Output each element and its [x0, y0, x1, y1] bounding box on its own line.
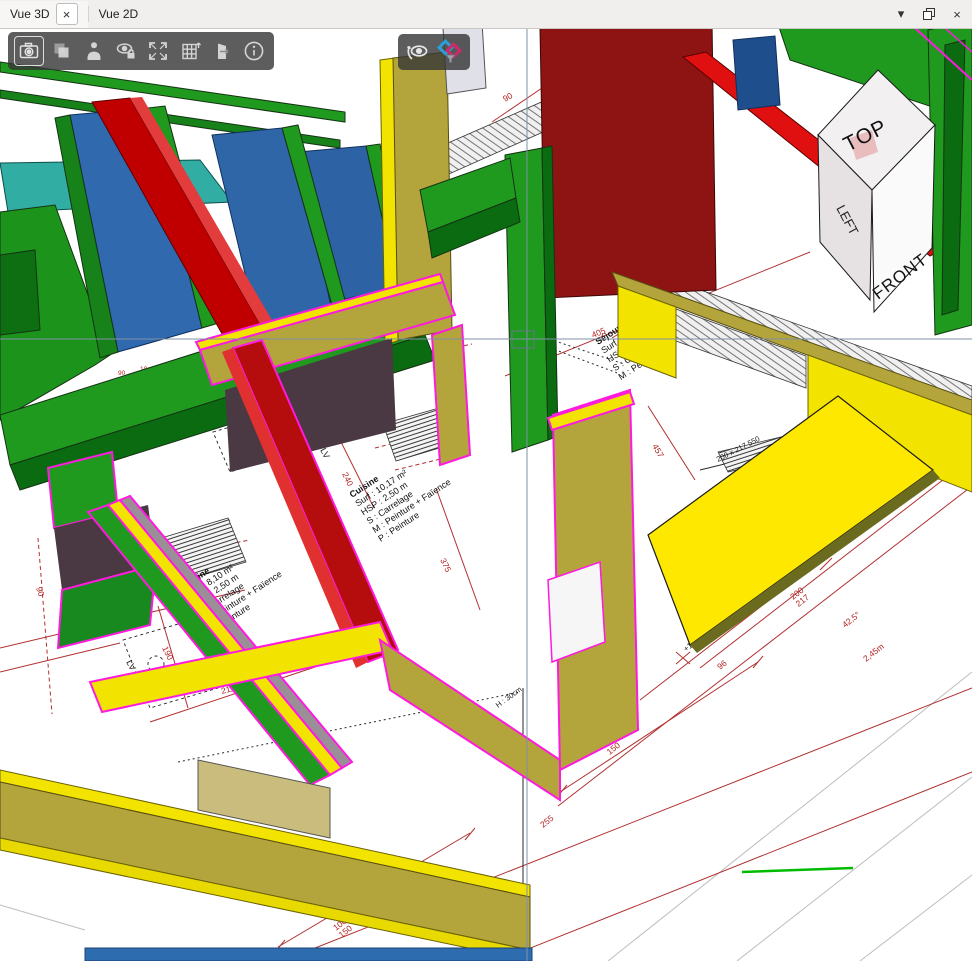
tab-close-icon[interactable]: × — [56, 3, 78, 25]
person-icon — [82, 39, 106, 63]
filter-layers-button[interactable] — [436, 38, 464, 66]
svg-text:H : 30cm: H : 30cm — [494, 685, 524, 710]
bottom-blue-bar — [85, 948, 532, 961]
wall-blue — [733, 36, 780, 110]
camera-icon — [17, 39, 41, 63]
restore-window-button[interactable] — [916, 3, 942, 25]
eye-refresh-icon — [405, 39, 431, 65]
scene-text: 200217 — [788, 585, 811, 609]
main-toolbar — [8, 32, 274, 70]
svg-text:200217: 200217 — [788, 585, 811, 609]
scene-text: 375 — [438, 556, 453, 573]
3d-viewport[interactable]: CuisineSurf : 8,10 m²HSP : 2,50 mS : Car… — [0, 0, 972, 961]
camera-tool-button[interactable] — [14, 36, 44, 66]
info-button[interactable] — [240, 37, 268, 65]
scene-text: 90 — [501, 90, 514, 104]
svg-text:42,5°: 42,5° — [840, 609, 862, 629]
tab-vue-3d[interactable]: Vue 3D × — [0, 1, 88, 28]
tab-label: Vue 2D — [99, 7, 139, 21]
svg-text:2,45m: 2,45m — [861, 641, 886, 663]
wall-green — [0, 62, 345, 122]
building-levels-button[interactable] — [176, 37, 204, 65]
svg-text:375: 375 — [438, 556, 453, 573]
wall-green — [0, 250, 40, 335]
layers-icon — [50, 39, 74, 63]
scene-text: 2,45m — [861, 641, 886, 663]
scene-text: 90 — [34, 586, 47, 598]
grid-highlight-line — [742, 868, 853, 872]
scene-text: 457 — [650, 442, 666, 460]
close-window-button[interactable]: × — [944, 3, 970, 25]
view-toolbar — [398, 34, 470, 70]
svg-text:90: 90 — [34, 586, 47, 598]
eye-lock-icon — [114, 39, 138, 63]
svg-text:90: 90 — [501, 90, 514, 104]
nav-cube[interactable]: TOP LEFT FRONT — [818, 70, 935, 312]
tab-label: Vue 3D — [10, 7, 50, 21]
building-levels-icon — [178, 39, 202, 63]
eye-lock-button[interactable] — [112, 37, 140, 65]
wall-olive — [380, 640, 560, 800]
scene-text: 96 — [715, 658, 729, 672]
person-view-button[interactable] — [80, 37, 108, 65]
bottom-wall-band — [0, 760, 530, 961]
scene-text: 240 — [340, 470, 355, 487]
door-icon — [210, 39, 234, 63]
tab-bar: Vue 3D × Vue 2D ▾ × — [0, 0, 972, 29]
svg-text:255: 255 — [538, 813, 556, 830]
expand-arrows-icon — [146, 39, 170, 63]
zoom-fit-button[interactable] — [144, 37, 172, 65]
refresh-view-button[interactable] — [404, 38, 432, 66]
scene-text: LV — [124, 658, 138, 672]
tab-vue-2d[interactable]: Vue 2D — [89, 1, 149, 28]
scene-text: 42,5° — [840, 609, 862, 629]
restore-icon — [922, 7, 936, 21]
scene-text: 255 — [538, 813, 556, 830]
tab-list-dropdown-button[interactable]: ▾ — [888, 3, 914, 25]
svg-text:LV: LV — [124, 658, 138, 672]
info-icon — [242, 39, 266, 63]
wall-maroon — [540, 22, 716, 298]
layers-tool-button[interactable] — [48, 37, 76, 65]
scene-text: H : 30cm — [494, 685, 524, 710]
svg-text:96: 96 — [715, 658, 729, 672]
cad-application-window: { "window": { "tabs": [ {"label": "Vue 3… — [0, 0, 972, 961]
svg-text:457: 457 — [650, 442, 666, 460]
filter-links-icon — [437, 39, 463, 65]
door-tool-button[interactable] — [208, 37, 236, 65]
svg-text:240: 240 — [340, 470, 355, 487]
